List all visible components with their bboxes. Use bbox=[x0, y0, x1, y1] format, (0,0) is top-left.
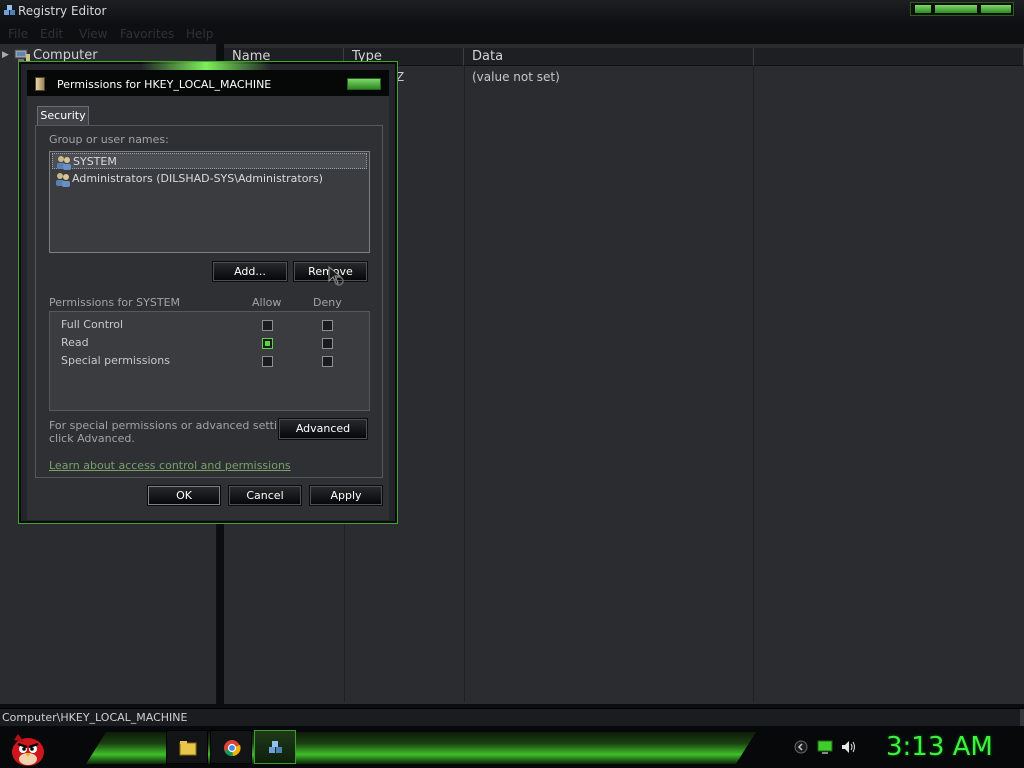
permission-name: Read bbox=[61, 336, 89, 349]
tree-item-label: Computer bbox=[33, 48, 98, 63]
status-path: Computer\HKEY_LOCAL_MACHINE bbox=[2, 711, 188, 724]
tab-security[interactable]: Security bbox=[37, 106, 89, 126]
permission-row-full-control: Full Control bbox=[50, 316, 369, 334]
permission-row-read: Read bbox=[50, 334, 369, 352]
allow-checkbox-special[interactable] bbox=[262, 356, 273, 367]
deny-checkbox-read[interactable] bbox=[322, 338, 333, 349]
mouse-cursor-icon bbox=[328, 266, 344, 286]
permissions-label: Permissions for SYSTEM bbox=[49, 296, 181, 309]
security-tab-panel: Group or user names: SYSTEM Administrato… bbox=[35, 125, 383, 478]
dialog-title: Permissions for HKEY_LOCAL_MACHINE bbox=[57, 78, 272, 91]
computer-icon bbox=[14, 49, 30, 62]
add-button[interactable]: Add... bbox=[212, 261, 288, 282]
cancel-button[interactable]: Cancel bbox=[228, 485, 302, 506]
column-divider bbox=[753, 66, 754, 702]
taskbar-clock[interactable]: 3:13 AM bbox=[886, 732, 993, 762]
desktop: Registry Editor File Edit View Favorites… bbox=[0, 0, 1024, 768]
start-button[interactable] bbox=[6, 728, 50, 768]
deny-header: Deny bbox=[313, 296, 342, 309]
menu-file[interactable]: File bbox=[8, 27, 28, 41]
volume-icon[interactable] bbox=[840, 738, 858, 756]
apply-button[interactable]: Apply bbox=[309, 485, 383, 506]
show-hidden-icons-icon[interactable] bbox=[792, 738, 810, 756]
permission-name: Special permissions bbox=[61, 354, 170, 367]
column-header-empty bbox=[754, 48, 1024, 66]
user-label: Administrators (DILSHAD-SYS\Administrato… bbox=[72, 172, 323, 185]
registry-key-icon bbox=[35, 77, 45, 91]
menu-help[interactable]: Help bbox=[186, 27, 213, 41]
user-row-system[interactable]: SYSTEM bbox=[52, 153, 367, 170]
network-icon[interactable] bbox=[816, 738, 834, 756]
ok-button[interactable]: OK bbox=[147, 485, 221, 506]
column-header-data[interactable]: Data bbox=[464, 48, 754, 66]
dialog-close-button[interactable] bbox=[347, 78, 381, 90]
registry-editor-icon bbox=[269, 741, 282, 753]
expand-arrow-icon[interactable]: ▶ bbox=[2, 50, 9, 60]
user-label: SYSTEM bbox=[73, 155, 117, 168]
permissions-table: Full Control Read Special permissions bbox=[49, 311, 370, 411]
advanced-button[interactable]: Advanced bbox=[278, 418, 368, 440]
user-list[interactable]: SYSTEM Administrators (DILSHAD-SYS\Admin… bbox=[49, 151, 370, 253]
allow-checkbox-read[interactable] bbox=[262, 338, 273, 349]
advanced-hint-line1: For special permissions or advanced sett… bbox=[49, 419, 301, 432]
permissions-dialog: Permissions for HKEY_LOCAL_MACHINE Secur… bbox=[19, 62, 397, 523]
close-button[interactable] bbox=[981, 5, 1011, 13]
dialog-title-bar[interactable]: Permissions for HKEY_LOCAL_MACHINE bbox=[27, 70, 389, 96]
file-explorer-icon bbox=[179, 741, 197, 756]
column-divider bbox=[464, 66, 465, 702]
menu-view[interactable]: View bbox=[79, 27, 107, 41]
value-data-cell[interactable]: (value not set) bbox=[472, 70, 560, 84]
status-bar: Computer\HKEY_LOCAL_MACHINE bbox=[0, 708, 1024, 727]
taskbar bbox=[0, 726, 1024, 768]
permission-row-special: Special permissions bbox=[50, 352, 369, 370]
dialog-glow bbox=[141, 62, 271, 70]
resize-grip[interactable] bbox=[1020, 709, 1024, 727]
learn-more-link[interactable]: Learn about access control and permissio… bbox=[49, 459, 291, 472]
deny-checkbox-full-control[interactable] bbox=[322, 320, 333, 331]
menu-bar: File Edit View Favorites Help bbox=[0, 24, 1024, 44]
minimize-button[interactable] bbox=[915, 5, 931, 13]
allow-header: Allow bbox=[252, 296, 282, 309]
window-title: Registry Editor bbox=[18, 4, 107, 18]
allow-checkbox-full-control[interactable] bbox=[262, 320, 273, 331]
menu-favorites[interactable]: Favorites bbox=[120, 27, 174, 41]
window-title-bar[interactable]: Registry Editor bbox=[0, 0, 1024, 24]
maximize-button[interactable] bbox=[935, 5, 977, 13]
user-row-administrators[interactable]: Administrators (DILSHAD-SYS\Administrato… bbox=[52, 171, 367, 187]
chrome-icon bbox=[224, 740, 241, 757]
registry-editor-icon bbox=[4, 5, 15, 15]
permission-name: Full Control bbox=[61, 318, 124, 331]
deny-checkbox-special[interactable] bbox=[322, 356, 333, 367]
menu-edit[interactable]: Edit bbox=[40, 27, 63, 41]
taskbar-chrome[interactable] bbox=[210, 730, 252, 764]
taskbar-file-explorer[interactable] bbox=[166, 730, 208, 764]
window-controls[interactable] bbox=[910, 2, 1014, 16]
users-group-icon bbox=[56, 173, 70, 187]
group-label: Group or user names: bbox=[49, 133, 169, 146]
users-group-icon bbox=[57, 156, 71, 170]
advanced-hint-line2: click Advanced. bbox=[49, 432, 135, 445]
value-type-cell[interactable]: Z bbox=[396, 70, 404, 84]
taskbar-registry-editor[interactable] bbox=[254, 730, 296, 764]
dialog-body: Security Group or user names: SYSTEM Adm… bbox=[27, 96, 389, 520]
